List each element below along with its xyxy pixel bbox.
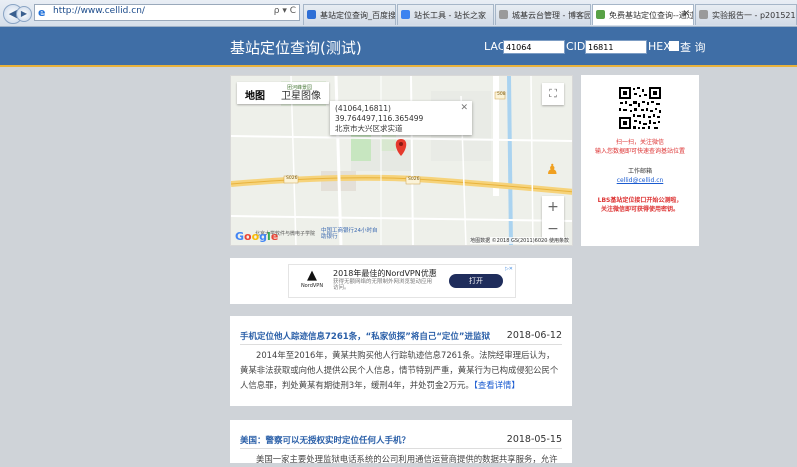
- site-icon: [699, 10, 708, 19]
- site-icon: [596, 10, 605, 19]
- pegman-icon[interactable]: ♟: [546, 162, 560, 180]
- news-title[interactable]: 手机定位他人踪迹信息7261条，“私家侦探”将自己“定位”进监狱: [240, 330, 490, 342]
- map-view[interactable]: 地图 卫星图像 ⛶ ♟ + − (41064,16811) 39.764497,…: [230, 75, 573, 246]
- ad-close-icon[interactable]: ▷✕: [505, 266, 513, 272]
- map-attribution[interactable]: 地图数据 ©2018 GS(2011)6020 使用条款: [470, 237, 569, 244]
- tab-map[interactable]: 地图: [237, 82, 273, 104]
- info-coords: (41064,16811) 39.764497,116.365499: [335, 104, 424, 123]
- qr-notice: LBS基站定位接口开始公测啦， 关注微信即可获得使用密钥。: [597, 197, 683, 213]
- browser-tab[interactable]: 站长工具 - 站长之家: [397, 4, 494, 25]
- forward-button[interactable]: ▶: [16, 6, 32, 22]
- news-item: 手机定位他人踪迹信息7261条，“私家侦探”将自己“定位”进监狱 2018-06…: [230, 316, 572, 406]
- google-logo: Google: [235, 230, 279, 243]
- map-label-park: 团河峰景园: [287, 85, 313, 91]
- road-label: S026: [408, 177, 420, 182]
- ad-title[interactable]: 2018年最佳的NordVPN优惠: [333, 268, 437, 279]
- read-more-link[interactable]: 【查看详情】: [474, 380, 520, 390]
- zoom-control[interactable]: + −: [542, 196, 564, 240]
- address-bar[interactable]: e http://www.cellid.cn/ ρ ▾ C: [34, 4, 300, 21]
- baidu-icon: [307, 10, 316, 19]
- close-icon[interactable]: ✕: [460, 103, 468, 113]
- site-header: 基站定位查询(测试) LAC: CID: HEX: 查 询: [0, 27, 797, 67]
- ie-icon: e: [38, 6, 46, 19]
- info-address: 北京市大兴区求实道: [335, 124, 403, 133]
- browser-tab[interactable]: 城基云台管理 - 博客园: [495, 4, 591, 25]
- browser-tab[interactable]: 实验报告一 - p20152143004...: [695, 4, 797, 25]
- hex-checkbox[interactable]: [669, 41, 679, 51]
- browser-toolbar: ◀ ▶ e http://www.cellid.cn/ ρ ▾ C 基站定位查询…: [0, 0, 797, 27]
- site-icon: [499, 10, 508, 19]
- map-type-toggle[interactable]: 地图 卫星图像: [237, 82, 329, 104]
- map-label-bank: 中国工商银行24小时自助银行: [321, 228, 378, 240]
- url-text[interactable]: http://www.cellid.cn/: [53, 6, 145, 16]
- qr-scan-text: 扫一扫，关注微信 输入您数据即可快速查询基站位置: [594, 139, 685, 155]
- page-title: 基站定位查询(测试): [230, 39, 362, 57]
- qr-code: [618, 86, 662, 130]
- mountain-icon: ▲: [307, 268, 317, 283]
- close-tab-icon[interactable]: ✕: [682, 9, 690, 19]
- nordvpn-logo: ▲ NordVPN: [300, 268, 324, 290]
- fullscreen-icon[interactable]: ⛶: [542, 83, 564, 105]
- news-body: 美国一家主要处理监狱电话系统的公司利用通信运营商提供的数据共享服务，允许: [256, 454, 558, 464]
- news-body: 2014年至2016年，黄某共购买他人行踪轨迹信息7261条。法院经审理后认为，…: [240, 350, 559, 390]
- zoom-in-button[interactable]: +: [542, 196, 564, 218]
- road-label: 508: [497, 92, 506, 97]
- qr-mail: 工作邮箱 cellid@cellid.cn: [616, 168, 664, 184]
- cid-input[interactable]: [585, 40, 647, 54]
- divider: [240, 344, 562, 345]
- lac-input[interactable]: [503, 40, 565, 54]
- mail-link[interactable]: cellid@cellid.cn: [617, 177, 664, 184]
- ad-banner: ▲ NordVPN 2018年最佳的NordVPN优惠 获得无额网络的无限制外网…: [230, 258, 572, 304]
- query-button[interactable]: 查 询: [680, 39, 706, 55]
- news-title[interactable]: 美国：警察可以无授权实时定位任何人手机？: [240, 434, 410, 446]
- ad-card[interactable]: ▲ NordVPN 2018年最佳的NordVPN优惠 获得无额网络的无限制外网…: [288, 264, 516, 298]
- news-item: 美国：警察可以无授权实时定位任何人手机？ 2018-05-15 美国一家主要处理…: [230, 420, 572, 464]
- ad-open-button[interactable]: 打开: [449, 274, 503, 288]
- news-date: 2018-06-12: [506, 330, 562, 341]
- road-label: S026: [286, 176, 298, 181]
- browser-tab-active[interactable]: 免费基站定位查询--通过ie... ✕: [592, 4, 694, 25]
- news-date: 2018-05-15: [506, 434, 562, 445]
- ad-description: 获得无额网络的无限制外网浏览驱动应用 访问。: [333, 279, 433, 291]
- qr-panel: 扫一扫，关注微信 输入您数据即可快速查询基站位置 工作邮箱 cellid@cel…: [581, 75, 699, 246]
- site-icon: [401, 10, 410, 19]
- browser-tab[interactable]: 基站定位查询_百度搜索: [303, 4, 396, 25]
- address-controls[interactable]: ρ ▾ C: [274, 6, 296, 16]
- divider: [240, 448, 562, 449]
- info-window: (41064,16811) 39.764497,116.365499 北京市大兴…: [330, 101, 472, 135]
